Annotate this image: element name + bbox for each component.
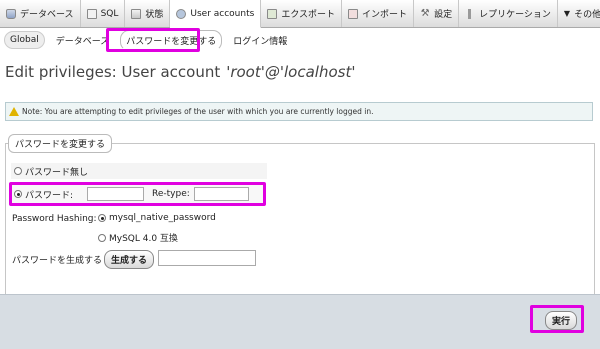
top-menu: データベース SQL 状態 User accounts エクスポート インポート… — [0, 0, 600, 28]
password-hashing-label: Password Hashing: — [12, 214, 97, 224]
hashing-native-label: mysql_native_password — [109, 213, 216, 223]
tab-import-label: インポート — [362, 10, 408, 20]
replication-icon — [465, 8, 475, 19]
tab-import[interactable]: インポート — [342, 0, 415, 27]
password-radio[interactable] — [14, 190, 22, 198]
subtab-login-info[interactable]: ログイン情報 — [228, 31, 292, 50]
hashing-mysql40-radio[interactable] — [98, 233, 106, 242]
password-row: パスワード: Re-type: — [11, 184, 264, 204]
generated-password-input[interactable] — [158, 250, 256, 266]
tab-more-label: その他 — [574, 10, 600, 20]
account-name: 'root'@'localhost' — [226, 63, 356, 81]
sub-menu: Global データベース パスワードを変更する ログイン情報 — [0, 28, 600, 52]
hashing-option-mysql40[interactable]: MySQL 4.0 互換 — [98, 231, 178, 244]
subtab-change-password[interactable]: パスワードを変更する — [120, 29, 223, 51]
tab-status[interactable]: 状態 — [125, 0, 171, 27]
tab-sql-label: SQL — [100, 8, 119, 19]
hashing-mysql40-label: MySQL 4.0 互換 — [109, 234, 178, 244]
generate-button[interactable]: 生成する — [104, 250, 155, 269]
retype-input[interactable] — [193, 187, 249, 201]
tab-settings[interactable]: ⚒ 設定 — [414, 0, 460, 27]
tab-replication[interactable]: レプリケーション — [459, 0, 558, 27]
notice-text: Note: You are attempting to edit privile… — [22, 107, 374, 116]
tab-user-accounts-label: User accounts — [190, 8, 255, 19]
no-password-radio[interactable] — [14, 167, 22, 175]
subtab-global[interactable]: Global — [4, 31, 45, 49]
tab-more[interactable]: ▼ その他 — [558, 0, 600, 27]
tab-user-accounts[interactable]: User accounts — [170, 0, 262, 28]
hashing-option-native[interactable]: mysql_native_password — [98, 213, 216, 223]
form-footer — [0, 294, 600, 349]
wrench-icon: ⚒ — [420, 7, 430, 19]
fieldset-legend: パスワードを変更する — [8, 134, 113, 153]
retype-label: Re-type: — [152, 189, 190, 199]
chevron-down-icon: ▼ — [563, 9, 571, 18]
no-password-label: パスワード無し — [25, 167, 89, 178]
password-input[interactable] — [87, 187, 144, 201]
subtab-database[interactable]: データベース — [51, 31, 115, 50]
generate-password-label: パスワードを生成する — [12, 256, 103, 266]
warning-icon — [9, 107, 19, 116]
tab-settings-label: 設定 — [434, 10, 453, 20]
no-password-option[interactable]: パスワード無し — [11, 163, 267, 179]
tab-sql[interactable]: SQL — [81, 0, 126, 27]
password-label: パスワード: — [25, 190, 74, 201]
status-icon — [131, 8, 142, 19]
tab-databases-label: データベース — [20, 10, 74, 20]
go-button[interactable]: 実行 — [545, 311, 578, 330]
page-title: Edit privileges: User account 'root'@'loc… — [5, 63, 355, 81]
import-icon — [348, 8, 359, 19]
export-icon — [267, 8, 278, 19]
hashing-native-radio[interactable] — [98, 214, 106, 222]
tab-export-label: エクスポート — [281, 10, 336, 20]
notice-box: Note: You are attempting to edit privile… — [5, 102, 593, 121]
users-icon — [176, 8, 187, 19]
tab-export[interactable]: エクスポート — [261, 0, 343, 27]
page-title-text: Edit privileges: User account — [5, 63, 221, 81]
tab-replication-label: レプリケーション — [479, 10, 551, 20]
database-icon — [6, 8, 16, 19]
sql-icon — [86, 8, 97, 19]
tab-databases[interactable]: データベース — [0, 0, 81, 27]
tab-status-label: 状態 — [145, 10, 164, 20]
